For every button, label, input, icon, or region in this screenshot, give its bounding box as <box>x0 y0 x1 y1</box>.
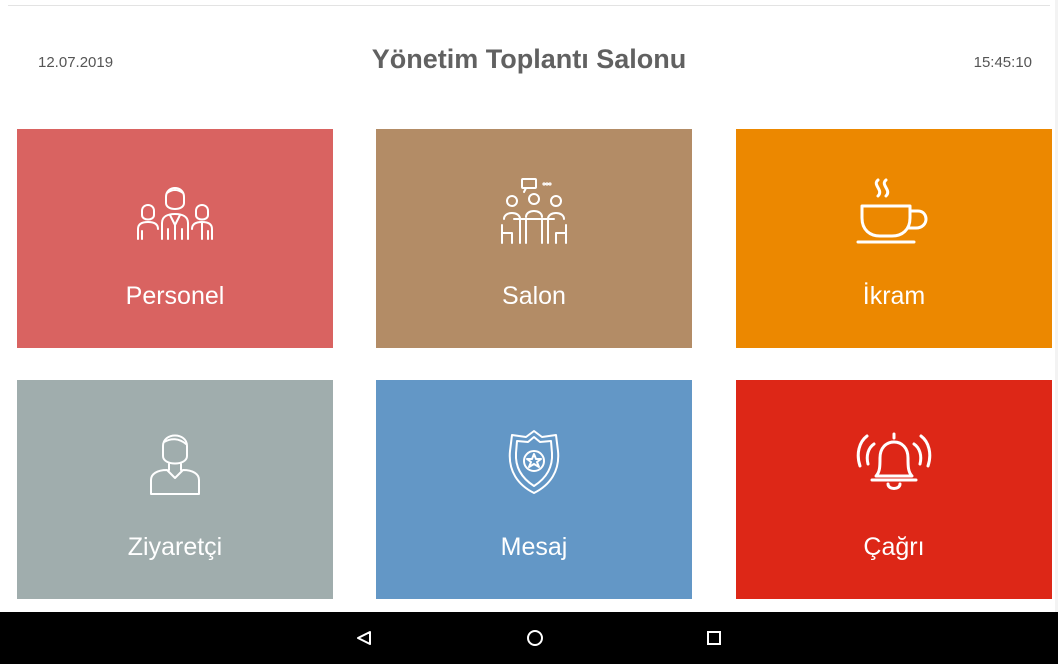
meeting-room-icon <box>376 176 692 246</box>
tile-label: İkram <box>862 282 926 310</box>
system-navigation-bar <box>0 612 1058 664</box>
coffee-cup-icon <box>736 176 1052 246</box>
back-icon[interactable] <box>350 624 378 652</box>
ringing-bell-icon <box>736 427 1052 497</box>
tile-label: Salon <box>502 282 566 310</box>
tile-mesaj[interactable]: Mesaj <box>376 380 692 599</box>
header: 12.07.2019 Yönetim Toplantı Salonu 15:45… <box>0 0 1058 128</box>
tile-salon[interactable]: Salon <box>376 129 692 348</box>
badge-shield-icon <box>376 427 692 497</box>
visitor-person-icon <box>17 427 333 497</box>
tile-label: Personel <box>125 282 225 310</box>
tile-label: Mesaj <box>500 533 568 561</box>
time-label: 15:45:10 <box>973 54 1032 71</box>
tile-ziyaretci[interactable]: Ziyaretçi <box>17 380 333 599</box>
home-icon[interactable] <box>521 624 549 652</box>
page-title: Yönetim Toplantı Salonu <box>371 44 687 74</box>
tile-label: Çağrı <box>863 533 925 561</box>
tile-ikram[interactable]: İkram <box>736 129 1052 348</box>
app-screen: 12.07.2019 Yönetim Toplantı Salonu 15:45… <box>0 0 1058 664</box>
tile-personel[interactable]: Personel <box>17 129 333 348</box>
people-group-icon <box>17 176 333 246</box>
tile-cagri[interactable]: Çağrı <box>736 380 1052 599</box>
tile-label: Ziyaretçi <box>127 533 223 561</box>
recents-icon[interactable] <box>700 624 728 652</box>
